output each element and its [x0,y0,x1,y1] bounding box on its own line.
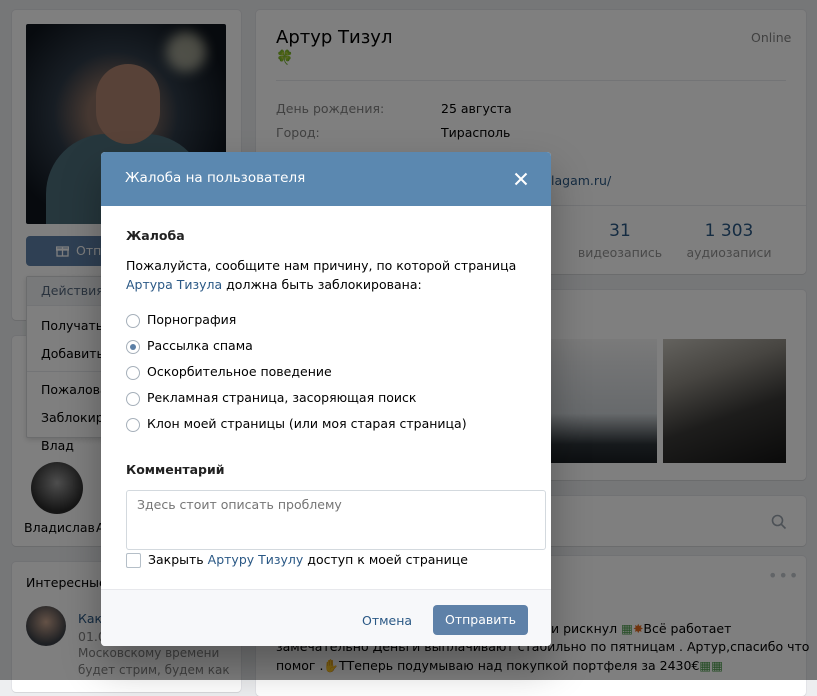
complaint-heading: Жалоба [126,228,185,243]
report-user-modal: Жалоба на пользователя Жалоба Пожалуйста… [101,152,551,646]
submit-button[interactable]: Отправить [433,605,528,635]
close-icon[interactable] [511,169,531,189]
radio-button-selected[interactable] [126,340,140,354]
reason-label: Порнография [147,312,237,327]
close-access-label: Закрыть Артуру Тизулу доступ к моей стра… [148,552,468,567]
radio-button[interactable] [126,314,140,328]
close-access-checkbox[interactable] [126,553,141,568]
comment-textarea[interactable] [126,490,546,550]
close-access-after: доступ к моей странице [303,552,468,567]
description-before: Пожалуйста, сообщите нам причину, по кот… [126,258,517,273]
modal-title: Жалоба на пользователя [125,170,306,186]
radio-button[interactable] [126,366,140,380]
reason-label: Оскорбительное поведение [147,364,332,379]
comment-heading: Комментарий [126,462,225,477]
close-access-user-link[interactable]: Артуру Тизулу [208,552,304,567]
radio-button[interactable] [126,418,140,432]
reason-label: Рекламная страница, засоряющая поиск [147,390,417,405]
reason-label: Рассылка спама [147,338,253,353]
complaint-description: Пожалуйста, сообщите нам причину, по кот… [126,256,536,294]
cancel-button[interactable]: Отмена [349,606,425,636]
radio-button[interactable] [126,392,140,406]
close-access-before: Закрыть [148,552,208,567]
reason-label: Клон моей страницы (или моя старая стран… [147,416,467,431]
modal-header: Жалоба на пользователя [101,152,551,206]
user-link[interactable]: Артура Тизула [126,277,222,292]
modal-footer: Отмена Отправить [101,589,551,646]
description-after: должна быть заблокирована: [222,277,422,292]
